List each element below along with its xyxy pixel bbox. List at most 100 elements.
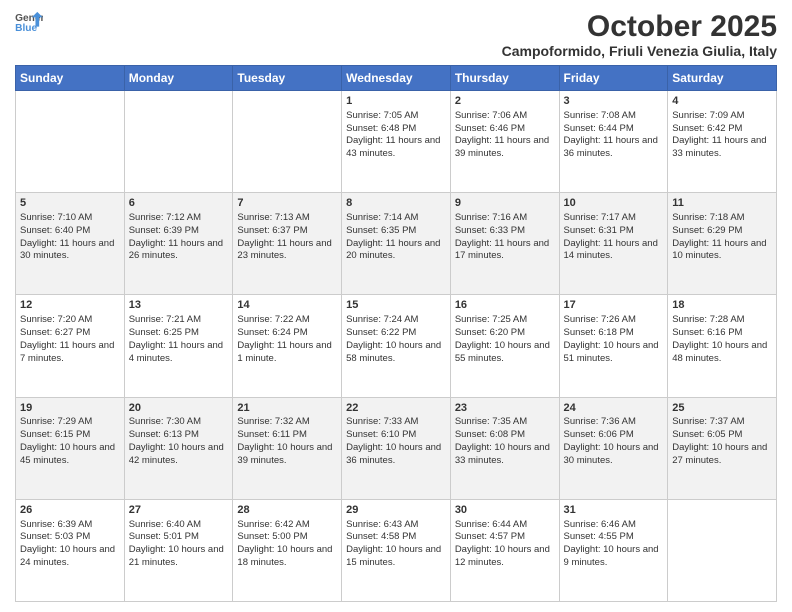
sunrise-text: Sunrise: 7:05 AM xyxy=(346,110,418,121)
sunset-text: Sunset: 6:24 PM xyxy=(237,327,307,338)
day-number: 5 xyxy=(20,196,120,211)
sunset-text: Sunset: 6:20 PM xyxy=(455,327,525,338)
calendar-cell: 28Sunrise: 6:42 AMSunset: 5:00 PMDayligh… xyxy=(233,499,342,601)
daylight-text: Daylight: 11 hours and 1 minute. xyxy=(237,340,331,364)
sunrise-text: Sunrise: 7:24 AM xyxy=(346,314,418,325)
day-number: 29 xyxy=(346,503,446,518)
calendar-cell: 16Sunrise: 7:25 AMSunset: 6:20 PMDayligh… xyxy=(450,295,559,397)
daylight-text: Daylight: 11 hours and 36 minutes. xyxy=(564,135,658,159)
daylight-text: Daylight: 11 hours and 10 minutes. xyxy=(672,238,766,262)
svg-text:Blue: Blue xyxy=(15,23,37,34)
daylight-text: Daylight: 10 hours and 48 minutes. xyxy=(672,340,767,364)
daylight-text: Daylight: 11 hours and 26 minutes. xyxy=(129,238,223,262)
daylight-text: Daylight: 11 hours and 7 minutes. xyxy=(20,340,114,364)
calendar-cell xyxy=(124,91,233,193)
sunset-text: Sunset: 6:29 PM xyxy=(672,225,742,236)
calendar-cell: 6Sunrise: 7:12 AM Sunset: 6:39 PM Daylight… xyxy=(124,193,233,295)
calendar-cell: 4Sunrise: 7:09 AMSunset: 6:42 PMDaylight… xyxy=(668,91,777,193)
sunrise-text: Sunrise: 7:20 AM xyxy=(20,314,92,325)
sunset-text: Sunset: 6:11 PM xyxy=(237,429,307,440)
day-header-sunday: Sunday xyxy=(16,66,125,91)
sunrise-text: Sunrise: 7:35 AM xyxy=(455,416,527,427)
page: General Blue October 2025 Campoformido, … xyxy=(0,0,792,612)
sunrise-text: Sunrise: 6:44 AM xyxy=(455,519,527,530)
daylight-text: Daylight: 10 hours and 24 minutes. xyxy=(20,544,115,568)
daylight-text: Daylight: 10 hours and 58 minutes. xyxy=(346,340,441,364)
day-number: 11 xyxy=(672,196,772,211)
day-number: 23 xyxy=(455,401,555,416)
day-number: 28 xyxy=(237,503,337,518)
daylight-text: Daylight: 10 hours and 9 minutes. xyxy=(564,544,659,568)
daylight-text: Daylight: 10 hours and 12 minutes. xyxy=(455,544,550,568)
sunrise-text: Sunrise: 6:39 AM xyxy=(20,519,92,530)
month-title: October 2025 xyxy=(502,10,777,43)
day-number: 24 xyxy=(564,401,664,416)
sunset-text: Sunset: 6:35 PM xyxy=(346,225,416,236)
calendar-cell: 19Sunrise: 7:29 AMSunset: 6:15 PMDayligh… xyxy=(16,397,125,499)
daylight-text: Daylight: 11 hours and 17 minutes. xyxy=(455,238,549,262)
daylight-text: Daylight: 11 hours and 39 minutes. xyxy=(455,135,549,159)
calendar-cell: 8Sunrise: 7:14 AMSunset: 6:35 PMDaylight… xyxy=(342,193,451,295)
calendar-cell xyxy=(16,91,125,193)
sunrise-text: Sunrise: 7:13 AM xyxy=(237,212,309,223)
calendar-cell: 12Sunrise: 7:20 AMSunset: 6:27 PMDayligh… xyxy=(16,295,125,397)
sunrise-text: Sunrise: 7:12 AM xyxy=(129,212,201,223)
sunrise-text: Sunrise: 7:33 AM xyxy=(346,416,418,427)
sunset-text: Sunset: 6:44 PM xyxy=(564,123,634,134)
day-number: 27 xyxy=(129,503,229,518)
sunset-text: Sunset: 6:06 PM xyxy=(564,429,634,440)
sunset-text: Sunset: 6:16 PM xyxy=(672,327,742,338)
sunset-text: Sunset: 4:58 PM xyxy=(346,531,416,542)
calendar-cell xyxy=(233,91,342,193)
day-number: 6 xyxy=(129,196,229,211)
daylight-text: Daylight: 11 hours and 20 minutes. xyxy=(346,238,440,262)
sunrise-text: Sunrise: 7:37 AM xyxy=(672,416,744,427)
calendar-cell: 26Sunrise: 6:39 AMSunset: 5:03 PMDayligh… xyxy=(16,499,125,601)
day-number: 15 xyxy=(346,298,446,313)
sunrise-text: Sunrise: 7:29 AM xyxy=(20,416,92,427)
day-number: 14 xyxy=(237,298,337,313)
daylight-text: Daylight: 10 hours and 51 minutes. xyxy=(564,340,659,364)
sunset-text: Sunset: 6:25 PM xyxy=(129,327,199,338)
sunrise-text: Sunrise: 7:25 AM xyxy=(455,314,527,325)
day-number: 8 xyxy=(346,196,446,211)
day-number: 17 xyxy=(564,298,664,313)
location-title: Campoformido, Friuli Venezia Giulia, Ita… xyxy=(502,43,777,59)
sunrise-text: Sunrise: 7:10 AM xyxy=(20,212,92,223)
day-header-thursday: Thursday xyxy=(450,66,559,91)
sunset-text: Sunset: 6:46 PM xyxy=(455,123,525,134)
calendar-cell: 5Sunrise: 7:10 AMSunset: 6:40 PMDaylight… xyxy=(16,193,125,295)
daylight-text: Daylight: 10 hours and 15 minutes. xyxy=(346,544,441,568)
daylight-text: Daylight: 11 hours and 33 minutes. xyxy=(672,135,766,159)
sunrise-text: Sunrise: 7:22 AM xyxy=(237,314,309,325)
calendar-cell: 15Sunrise: 7:24 AMSunset: 6:22 PMDayligh… xyxy=(342,295,451,397)
calendar-week-row: 26Sunrise: 6:39 AMSunset: 5:03 PMDayligh… xyxy=(16,499,777,601)
daylight-text: Daylight: 11 hours and 43 minutes. xyxy=(346,135,440,159)
daylight-text: Daylight: 10 hours and 27 minutes. xyxy=(672,442,767,466)
sunrise-text: Sunrise: 7:18 AM xyxy=(672,212,744,223)
calendar-cell xyxy=(668,499,777,601)
day-header-wednesday: Wednesday xyxy=(342,66,451,91)
sunrise-text: Sunrise: 7:09 AM xyxy=(672,110,744,121)
sunrise-text: Sunrise: 6:43 AM xyxy=(346,519,418,530)
sunrise-text: Sunrise: 7:16 AM xyxy=(455,212,527,223)
sunset-text: Sunset: 6:39 PM xyxy=(129,225,199,236)
calendar-cell: 13Sunrise: 7:21 AMSunset: 6:25 PMDayligh… xyxy=(124,295,233,397)
day-number: 19 xyxy=(20,401,120,416)
logo-icon: General Blue xyxy=(15,10,43,34)
daylight-text: Daylight: 10 hours and 36 minutes. xyxy=(346,442,441,466)
sunrise-text: Sunrise: 7:26 AM xyxy=(564,314,636,325)
sunrise-text: Sunrise: 7:30 AM xyxy=(129,416,201,427)
day-number: 7 xyxy=(237,196,337,211)
calendar-cell: 21Sunrise: 7:32 AMSunset: 6:11 PMDayligh… xyxy=(233,397,342,499)
daylight-text: Daylight: 10 hours and 45 minutes. xyxy=(20,442,115,466)
sunrise-text: Sunrise: 7:17 AM xyxy=(564,212,636,223)
calendar-header-row: SundayMondayTuesdayWednesdayThursdayFrid… xyxy=(16,66,777,91)
day-number: 13 xyxy=(129,298,229,313)
sunset-text: Sunset: 6:48 PM xyxy=(346,123,416,134)
logo: General Blue xyxy=(15,10,43,34)
day-header-friday: Friday xyxy=(559,66,668,91)
day-number: 3 xyxy=(564,94,664,109)
day-number: 25 xyxy=(672,401,772,416)
calendar-cell: 14Sunrise: 7:22 AM Sunset: 6:24 PM Dayligh… xyxy=(233,295,342,397)
